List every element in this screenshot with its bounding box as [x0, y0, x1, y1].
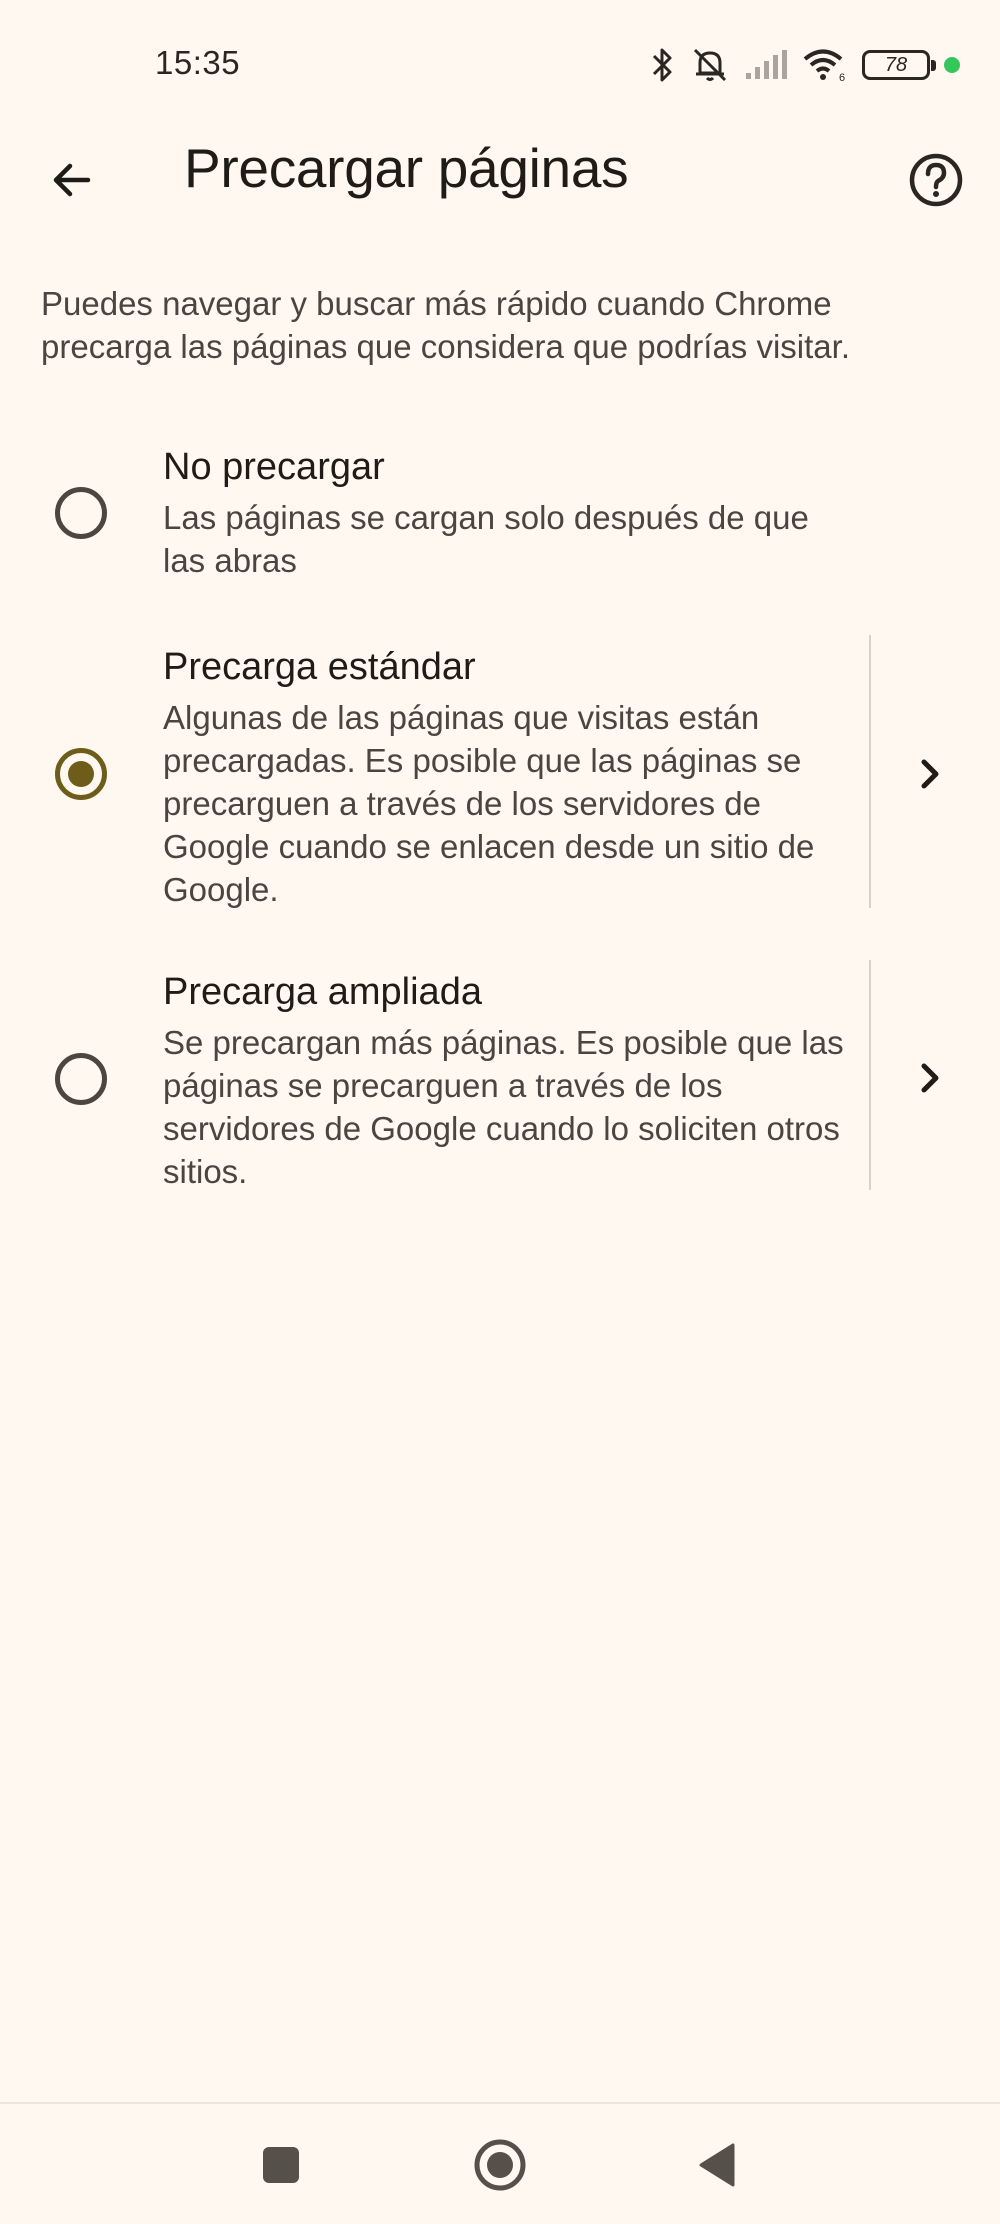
option-description: Algunas de las páginas que visitas están…: [163, 699, 815, 908]
option-title: No precargar: [163, 446, 385, 488]
standard-preload-details-button[interactable]: [900, 744, 960, 804]
status-bar: 15:35 6 78: [0, 0, 1000, 130]
option-no-preload[interactable]: No precargar Las páginas se cargan solo …: [0, 430, 1000, 590]
page-title: Precargar páginas: [184, 137, 629, 199]
system-nav-bar: [0, 2102, 1000, 2224]
option-divider: [869, 960, 871, 1190]
option-description: Las páginas se cargan solo después de qu…: [163, 499, 809, 579]
radio-standard-preload[interactable]: [55, 748, 107, 800]
battery-icon: 78: [862, 50, 936, 80]
help-circle-icon: [909, 153, 963, 207]
silent-bell-icon: [690, 47, 730, 83]
battery-level: 78: [884, 53, 908, 76]
recents-square-icon: [263, 2147, 299, 2183]
signal-icon: [744, 49, 788, 81]
system-back-button[interactable]: [682, 2130, 752, 2200]
active-dot-icon: [944, 57, 960, 73]
chevron-right-icon: [921, 1063, 939, 1093]
bluetooth-icon: [650, 47, 676, 83]
chevron-right-icon: [921, 759, 939, 789]
option-title: Precarga estándar: [163, 646, 476, 688]
help-button[interactable]: [894, 138, 978, 222]
app-bar: Precargar páginas: [0, 120, 1000, 220]
back-button[interactable]: [30, 138, 114, 222]
radio-extended-preload[interactable]: [55, 1053, 107, 1105]
page-description: Puedes navegar y buscar más rápido cuand…: [41, 285, 850, 365]
svg-text:6: 6: [839, 72, 845, 83]
option-description: Se precargan más páginas. Es posible que…: [163, 1024, 844, 1190]
option-divider: [869, 635, 871, 908]
option-standard-preload[interactable]: Precarga estándar Algunas de las páginas…: [0, 630, 1000, 920]
recents-button[interactable]: [246, 2130, 316, 2200]
radio-no-preload[interactable]: [55, 487, 107, 539]
status-time: 15:35: [155, 44, 241, 81]
home-circle-icon: [474, 2139, 526, 2191]
option-title: Precarga ampliada: [163, 971, 482, 1013]
status-icons: 6 78: [650, 40, 960, 90]
home-button[interactable]: [465, 2130, 535, 2200]
arrow-back-icon: [53, 163, 91, 197]
extended-preload-details-button[interactable]: [900, 1048, 960, 1108]
wifi-icon: 6: [802, 47, 848, 83]
option-extended-preload[interactable]: Precarga ampliada Se precargan más págin…: [0, 955, 1000, 1195]
back-triangle-icon: [699, 2143, 735, 2187]
